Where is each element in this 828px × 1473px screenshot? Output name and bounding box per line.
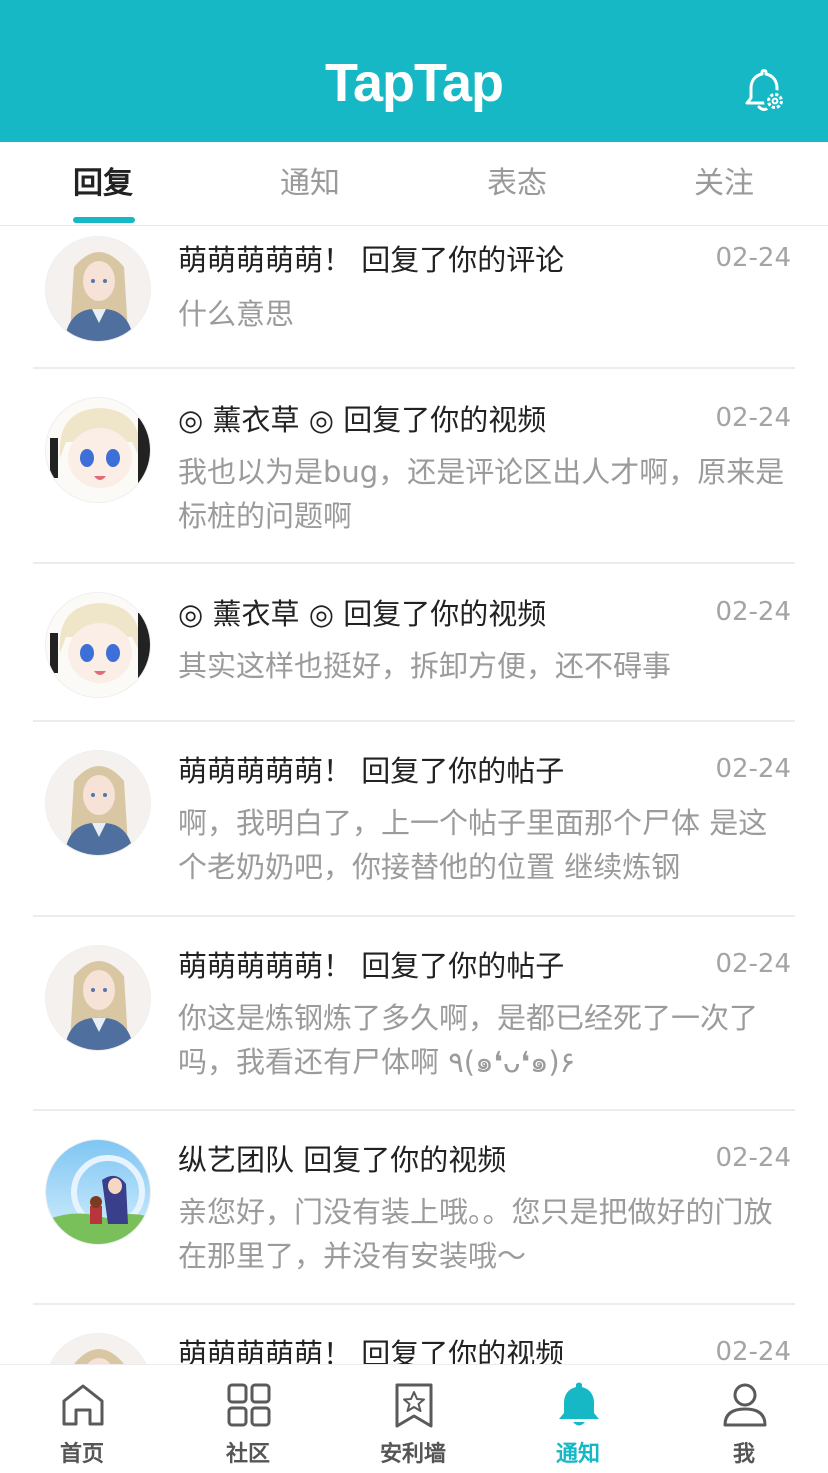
notifications-screen: TapTap 回复 通知 表态 关注 萌萌萌萌萌！ 回复了你的评论 02-24 …	[0, 0, 828, 1473]
list-item[interactable]: 纵艺团队 回复了你的视频 02-24 亲您好，门没有装上哦。。您只是把做好的门放…	[0, 1111, 828, 1304]
nav-recommend-wall-label: 安利墙	[379, 1442, 446, 1467]
nav-notifications[interactable]: 通知	[518, 1365, 638, 1473]
bell-gear-icon	[745, 69, 786, 112]
notification-date: 02-24	[715, 949, 791, 979]
team-illustration-avatar-icon	[46, 1140, 150, 1244]
taptap-logo: TapTap	[325, 53, 504, 113]
chibi-anime-avatar-icon	[46, 398, 150, 502]
list-item[interactable]: 萌萌萌萌萌！ 回复了你的帖子 02-24 你这是炼钢炼了多久啊，是都已经死了一次…	[0, 917, 828, 1110]
home-icon	[62, 1384, 104, 1426]
notification-body: 什么意思	[178, 297, 295, 331]
notification-list[interactable]: 萌萌萌萌萌！ 回复了你的评论 02-24 什么意思 ◎ 薰衣草 ◎ 回复了你的视…	[0, 226, 828, 1364]
list-item[interactable]: ◎ 薰衣草 ◎ 回复了你的视频 02-24 其实这样也挺好，拆卸方便，还不碍事	[0, 564, 828, 720]
notification-title: 纵艺团队 回复了你的视频	[178, 1143, 507, 1177]
blonde-girl-avatar-icon	[46, 237, 150, 341]
notification-title: ◎ 薰衣草 ◎ 回复了你的视频	[178, 597, 547, 631]
notification-date: 02-24	[715, 243, 791, 273]
notification-date: 02-24	[715, 597, 791, 627]
nav-home-label: 首页	[59, 1442, 104, 1467]
notification-body: 其实这样也挺好，拆卸方便，还不碍事	[178, 649, 672, 683]
notification-settings-button[interactable]	[740, 66, 790, 116]
chibi-anime-avatar-icon	[46, 593, 150, 697]
notification-date: 02-24	[715, 403, 791, 433]
bell-icon	[559, 1382, 599, 1426]
nav-community-label: 社区	[225, 1442, 270, 1467]
notification-title: 萌萌萌萌萌！ 回复了你的帖子	[178, 754, 565, 788]
avatar[interactable]	[45, 397, 151, 503]
tab-follows[interactable]: 关注	[654, 142, 794, 226]
notification-title: 萌萌萌萌萌！ 回复了你的评论	[178, 243, 565, 277]
avatar[interactable]	[45, 945, 151, 1051]
blonde-girl-avatar-icon	[46, 1334, 150, 1364]
avatar[interactable]	[45, 1333, 151, 1364]
grid-icon	[227, 1383, 271, 1427]
app-header: TapTap	[0, 0, 828, 142]
avatar[interactable]	[45, 592, 151, 698]
notification-date: 02-24	[715, 1143, 791, 1173]
tab-replies[interactable]: 回复	[33, 142, 173, 226]
notification-body: 亲您好，门没有装上哦。。您只是把做好的门放在那里了，并没有安装哦～	[178, 1195, 773, 1273]
list-item[interactable]: ◎ 薰衣草 ◎ 回复了你的视频 02-24 我也以为是bug，还是评论区出人才啊…	[0, 369, 828, 562]
notification-body: 你这是炼钢炼了多久啊，是都已经死了一次了吗，我看还有尸体啊 ٩(๑❛ᴗ❛๑)۶	[178, 1001, 759, 1079]
notification-date: 02-24	[715, 1337, 791, 1364]
blonde-girl-avatar-icon	[46, 946, 150, 1050]
nav-profile-label: 我	[732, 1442, 755, 1467]
list-item[interactable]: 萌萌萌萌萌！ 回复了你的视频 02-24	[0, 1305, 828, 1364]
nav-home[interactable]: 首页	[22, 1365, 142, 1473]
notification-body: 我也以为是bug，还是评论区出人才啊，原来是标桩的问题啊	[178, 455, 785, 533]
nav-notifications-label: 通知	[555, 1442, 600, 1467]
nav-community[interactable]: 社区	[188, 1365, 308, 1473]
notification-tabs: 回复 通知 表态 关注	[0, 142, 828, 226]
notification-title: ◎ 薰衣草 ◎ 回复了你的视频	[178, 403, 547, 437]
list-item[interactable]: 萌萌萌萌萌！ 回复了你的帖子 02-24 啊，我明白了，上一个帖子里面那个尸体 …	[0, 722, 828, 915]
avatar[interactable]	[45, 1139, 151, 1245]
tab-notices[interactable]: 通知	[240, 142, 380, 226]
blonde-girl-avatar-icon	[46, 751, 150, 855]
list-item[interactable]: 萌萌萌萌萌！ 回复了你的评论 02-24 什么意思	[0, 226, 828, 368]
notification-title: 萌萌萌萌萌！ 回复了你的视频	[178, 1337, 565, 1364]
avatar[interactable]	[45, 750, 151, 856]
tab-reactions[interactable]: 表态	[447, 142, 587, 226]
notification-title: 萌萌萌萌萌！ 回复了你的帖子	[178, 949, 565, 983]
star-bookmark-icon	[395, 1383, 433, 1428]
bottom-navigation: 首页 社区 安利墙 通知 我	[0, 1364, 828, 1473]
notification-date: 02-24	[715, 754, 791, 784]
active-tab-indicator	[73, 217, 135, 223]
avatar[interactable]	[45, 236, 151, 342]
person-icon	[723, 1383, 767, 1427]
notification-body: 啊，我明白了，上一个帖子里面那个尸体 是这个老奶奶吧，你接替他的位置 继续炼钢	[178, 806, 768, 884]
nav-profile[interactable]: 我	[684, 1365, 804, 1473]
nav-recommend-wall[interactable]: 安利墙	[353, 1365, 473, 1473]
